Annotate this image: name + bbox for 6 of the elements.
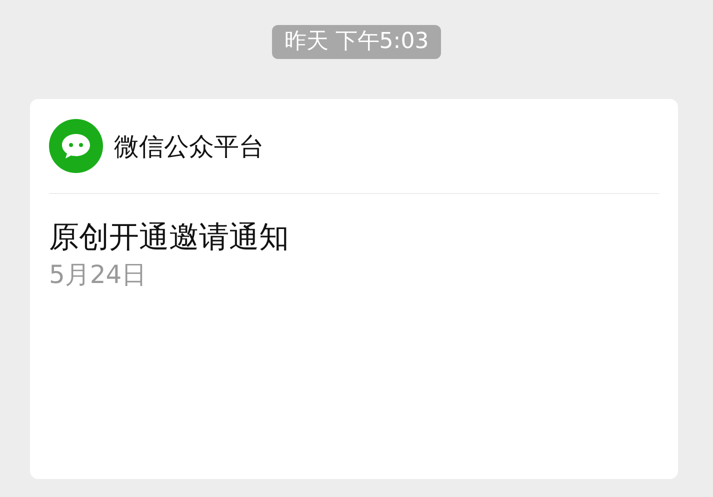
account-name: 微信公众平台 (114, 130, 264, 162)
message-timestamp: 昨天 下午5:03 (272, 25, 441, 59)
notification-title: 原创开通邀请通知 (49, 219, 290, 257)
notification-date: 5月24日 (49, 259, 148, 291)
notification-card[interactable]: 微信公众平台 原创开通邀请通知 5月24日 (30, 99, 678, 479)
chat-bubble-icon (49, 119, 103, 173)
